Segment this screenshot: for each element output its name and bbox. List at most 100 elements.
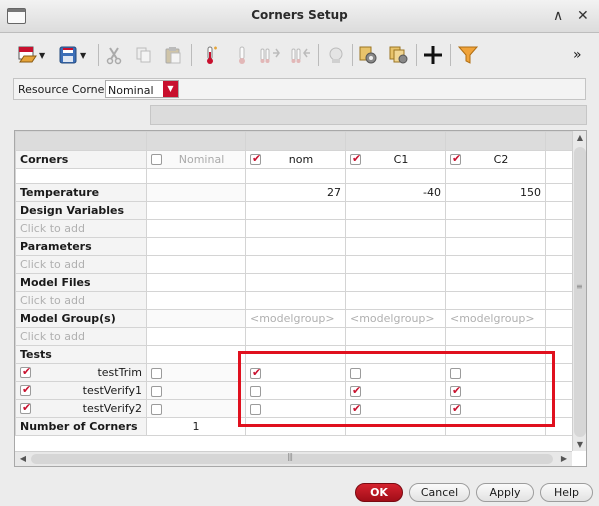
copy-icon — [136, 47, 151, 63]
corner-copy-button[interactable] — [388, 42, 410, 68]
scroll-right-icon[interactable]: ▶ — [557, 454, 571, 463]
paste-icon — [165, 47, 181, 64]
empty-cell — [146, 291, 246, 310]
corner-header-nom[interactable]: nom — [245, 150, 346, 169]
resource-corner-label: Resource Corner — [18, 83, 109, 96]
search-filter-input[interactable] — [150, 105, 587, 125]
maximize-button[interactable]: ∧ — [553, 7, 563, 25]
test-enable-checkbox[interactable] — [20, 365, 31, 378]
add-parameter-button[interactable] — [259, 42, 283, 68]
dropdown-arrow-icon: ▼ — [80, 50, 87, 60]
open-csv-icon — [18, 46, 37, 63]
add-corner-icon — [424, 46, 442, 64]
add-corner-button[interactable] — [422, 42, 444, 68]
toolbar-separator — [98, 44, 99, 66]
cut-button[interactable] — [104, 42, 124, 68]
vertical-scrollbar[interactable]: ▲ ≡ ▼ — [572, 131, 586, 451]
parameters-header-row: Parameters — [15, 237, 573, 256]
help-button[interactable]: Help — [540, 483, 593, 502]
corner-name-label: C2 — [493, 153, 509, 166]
ok-button[interactable]: OK — [355, 483, 403, 502]
toolbar-separator — [450, 44, 451, 66]
model-group-cell[interactable]: <modelgroup> — [245, 309, 346, 328]
temperature-value-cell[interactable]: -40 — [345, 183, 446, 202]
empty-cell — [345, 201, 446, 220]
cancel-button[interactable]: Cancel — [409, 483, 470, 502]
empty-cell — [245, 291, 346, 310]
add-temperature-button[interactable] — [200, 42, 220, 68]
click-to-add-cell[interactable]: Click to add — [15, 219, 147, 238]
test-enable-checkbox[interactable] — [20, 383, 31, 396]
empty-cell — [545, 273, 573, 292]
test-name-cell: testVerify2 — [15, 399, 147, 418]
empty-cell — [545, 309, 573, 328]
click-to-add-cell[interactable]: Click to add — [15, 291, 147, 310]
scroll-up-icon[interactable]: ▲ — [573, 133, 586, 142]
corner-header-c1[interactable]: C1 — [345, 150, 446, 169]
open-csv-button[interactable]: ▼ — [17, 42, 45, 68]
add-model-file-button[interactable] — [290, 42, 314, 68]
empty-cell — [445, 201, 546, 220]
empty-cell — [245, 219, 346, 238]
corner-header-content: C1 — [350, 152, 441, 166]
corner-header-content: Nominal — [151, 153, 241, 166]
corner-settings-button[interactable] — [358, 42, 380, 68]
corner-header-content: C2 — [450, 152, 541, 166]
corner-enable-checkbox[interactable] — [151, 154, 162, 165]
corners-row: Corners Nominal nom C1 C2 — [15, 150, 573, 169]
toolbar-overflow-button[interactable]: » — [573, 42, 582, 68]
temperature-value-cell[interactable]: 150 — [445, 183, 546, 202]
chevron-down-icon[interactable]: ▼ — [163, 81, 178, 97]
test-corner-checkbox[interactable] — [151, 403, 162, 415]
model-group-cell[interactable]: <modelgroup> — [345, 309, 446, 328]
test-nominal-cell[interactable] — [146, 363, 246, 382]
model-group-cell[interactable]: <modelgroup> — [445, 309, 546, 328]
annotation-highlight-box — [238, 351, 555, 427]
filter-button[interactable] — [457, 42, 479, 68]
toolbar-separator — [352, 44, 353, 66]
temperature-value-cell[interactable]: 27 — [245, 183, 346, 202]
grip-icon: ||| — [287, 452, 293, 461]
empty-cell — [146, 255, 246, 274]
corner-enable-checkbox[interactable] — [350, 152, 361, 165]
test-name-content: testVerify1 — [20, 383, 142, 397]
empty-cell — [345, 273, 446, 292]
corner-header-c2[interactable]: C2 — [445, 150, 546, 169]
empty-cell — [445, 237, 546, 256]
click-to-add-cell[interactable]: Click to add — [15, 327, 147, 346]
test-nominal-cell[interactable] — [146, 399, 246, 418]
corner-header-nominal[interactable]: Nominal — [146, 150, 246, 169]
empty-cell — [15, 131, 147, 151]
model-groups-label: Model Group(s) — [15, 309, 147, 328]
temperature-label: Temperature — [15, 183, 147, 202]
vertical-scroll-thumb[interactable] — [574, 147, 586, 437]
add-variable-button[interactable] — [232, 42, 252, 68]
paste-button[interactable] — [163, 42, 183, 68]
test-corner-checkbox[interactable] — [151, 367, 162, 379]
test-name-label: testVerify2 — [82, 402, 142, 415]
scroll-left-icon[interactable]: ◀ — [16, 454, 30, 463]
empty-cell — [345, 168, 446, 184]
add-group-button[interactable] — [326, 42, 346, 68]
toolbar-separator — [191, 44, 192, 66]
resource-corner-select[interactable]: Nominal ▼ — [105, 80, 179, 98]
model_files-label: Model Files — [15, 273, 147, 292]
save-csv-button[interactable]: ▼ — [58, 42, 86, 68]
test-corner-checkbox[interactable] — [151, 385, 162, 397]
horizontal-scrollbar[interactable]: ◀ ||| ▶ — [15, 451, 572, 466]
empty-cell — [545, 237, 573, 256]
corner-enable-checkbox[interactable] — [250, 152, 261, 165]
test-nominal-cell[interactable] — [146, 381, 246, 400]
corner-enable-checkbox[interactable] — [450, 152, 461, 165]
click-to-add-cell[interactable]: Click to add — [15, 255, 147, 274]
empty-cell — [345, 255, 446, 274]
scroll-down-icon[interactable]: ▼ — [573, 440, 586, 449]
empty-cell — [445, 168, 546, 184]
apply-button[interactable]: Apply — [476, 483, 534, 502]
copy-button[interactable] — [134, 42, 154, 68]
empty-cell — [445, 273, 546, 292]
corner-name-label: nom — [288, 153, 314, 166]
empty-cell — [545, 291, 573, 310]
close-button[interactable]: ✕ — [577, 7, 589, 25]
test-enable-checkbox[interactable] — [20, 401, 31, 414]
